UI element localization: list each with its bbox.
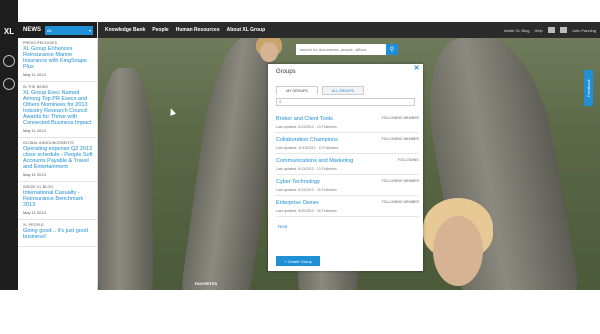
left-rail: XL <box>0 0 18 290</box>
help-link[interactable]: Help <box>535 28 543 33</box>
news-category: Inside XL Blog <box>23 185 54 189</box>
user-name[interactable]: John Fanning <box>572 28 596 33</box>
news-item[interactable]: Inside XL Blog International Casualty - R… <box>18 182 97 220</box>
search-input[interactable] <box>296 44 386 55</box>
people-icon[interactable] <box>3 78 15 90</box>
top-right-tools: Inside XL Blog Help John Fanning <box>504 22 596 38</box>
news-category: Global Announcements <box>23 141 74 145</box>
news-date: May 11 2013 <box>23 128 46 133</box>
directory-icon[interactable] <box>3 55 15 67</box>
news-date: May 11 2013 <box>23 172 46 177</box>
news-header: NEWS All ▾ <box>18 22 97 38</box>
nav-knowledge-bank[interactable]: Knowledge Bank <box>105 27 145 33</box>
news-headline[interactable]: XL Group Exec Named Among Top PR Execs a… <box>23 90 93 126</box>
group-status[interactable]: FOLLOWING MEMBER <box>382 137 419 142</box>
modal-header: Groups ✕ <box>268 64 423 80</box>
group-row[interactable]: Broker and Client Tools Last updated: 5/1… <box>276 112 419 133</box>
news-title: NEWS <box>23 27 41 33</box>
news-list: Press Releases XL Group Enhances Reinsura… <box>18 38 97 247</box>
news-headline[interactable]: International Casualty - Reinsurance Ben… <box>23 190 93 208</box>
group-meta: Last updated: 5/13/2013 · 18 Followers <box>276 188 337 192</box>
group-row[interactable]: Collaboration Champions Last updated: 11/… <box>276 133 419 154</box>
search-icon: ⌕ <box>279 99 282 105</box>
group-name[interactable]: Communications and Marketing <box>276 158 353 164</box>
avatar[interactable] <box>559 27 567 33</box>
group-meta: Last updated: 5/13/2013 · 13 Followers <box>276 167 337 171</box>
group-meta: Last updated: 5/20/2013 · 18 Followers <box>276 209 337 213</box>
news-headline[interactable]: Operating expense Q2 2013 close schedule… <box>23 146 93 170</box>
group-meta: Last updated: 5/13/2013 · 13 Followers <box>276 125 337 129</box>
create-group-button[interactable]: + Create Group <box>276 256 320 266</box>
group-search-input[interactable]: ⌕ <box>276 98 415 106</box>
group-status[interactable]: FOLLOWING <box>398 158 419 163</box>
group-list: Broker and Client Tools Last updated: 5/1… <box>268 112 423 217</box>
news-item[interactable]: XL People Going good... it's just good bu… <box>18 220 97 247</box>
feedback-tab[interactable]: Feedback <box>584 70 593 106</box>
news-headline[interactable]: Going good... it's just good business! <box>23 228 93 240</box>
news-category: In The News <box>23 85 49 89</box>
news-item[interactable]: Global Announcements Operating expense Q2… <box>18 138 97 182</box>
groups-modal: Groups ✕ MY GROUPS ALL GROUPS ⌕ Broker a… <box>268 64 423 271</box>
group-status[interactable]: FOLLOWING MEMBER <box>382 200 419 205</box>
news-filter-value: All <box>47 27 52 33</box>
news-item[interactable]: Press Releases XL Group Enhances Reinsura… <box>18 38 97 82</box>
group-row[interactable]: Enterprise Owner Last updated: 5/20/2013 … <box>276 196 419 217</box>
news-filter-select[interactable]: All ▾ <box>45 25 93 35</box>
blog-link[interactable]: Inside XL Blog <box>504 28 530 33</box>
modal-title: Groups <box>276 69 296 75</box>
group-row[interactable]: Cyber Technology Last updated: 5/13/2013 … <box>276 175 419 196</box>
news-category: Press Releases <box>23 41 58 45</box>
news-date: May 11 2013 <box>23 72 46 77</box>
group-name[interactable]: Broker and Client Tools <box>276 116 333 122</box>
search-icon[interactable]: ⚲ <box>386 44 398 55</box>
mail-icon[interactable] <box>547 27 555 33</box>
news-panel: NEWS All ▾ Press Releases XL Group Enhanc… <box>18 22 98 290</box>
news-category: XL People <box>23 223 44 227</box>
search-bar: ⚲ <box>296 44 398 55</box>
top-navigation: Knowledge Bank People Human Resources Ab… <box>98 22 600 38</box>
group-status[interactable]: FOLLOWING MEMBER <box>382 179 419 184</box>
favorites-tab[interactable]: FAVORITES <box>190 281 222 288</box>
xl-logo[interactable]: XL <box>2 27 16 39</box>
next-link[interactable]: Next <box>278 224 423 229</box>
group-name[interactable]: Enterprise Owner <box>276 200 319 206</box>
group-status[interactable]: FOLLOWING MEMBER <box>382 116 419 121</box>
group-tabs: MY GROUPS ALL GROUPS <box>268 86 423 95</box>
page: XL NEWS All ▾ Press Releases XL Group Enh… <box>0 0 600 334</box>
group-name[interactable]: Cyber Technology <box>276 179 320 185</box>
close-icon[interactable]: ✕ <box>413 65 420 72</box>
news-headline[interactable]: XL Group Enhances Reinsurance Marine Ins… <box>23 46 93 70</box>
tab-my-groups[interactable]: MY GROUPS <box>276 86 318 95</box>
news-item[interactable]: In The News XL Group Exec Named Among Top… <box>18 82 97 138</box>
tab-all-groups[interactable]: ALL GROUPS <box>322 86 364 95</box>
nav-people[interactable]: People <box>152 27 168 33</box>
group-name[interactable]: Collaboration Champions <box>276 137 338 143</box>
group-row[interactable]: Communications and Marketing Last updated… <box>276 154 419 175</box>
nav-about[interactable]: About XL Group <box>227 27 266 33</box>
nav-human-resources[interactable]: Human Resources <box>176 27 220 33</box>
group-meta: Last updated: 11/15/2013 · 10 Followers <box>276 146 339 150</box>
news-date: May 11 2013 <box>23 210 46 215</box>
chevron-down-icon: ▾ <box>88 27 91 33</box>
